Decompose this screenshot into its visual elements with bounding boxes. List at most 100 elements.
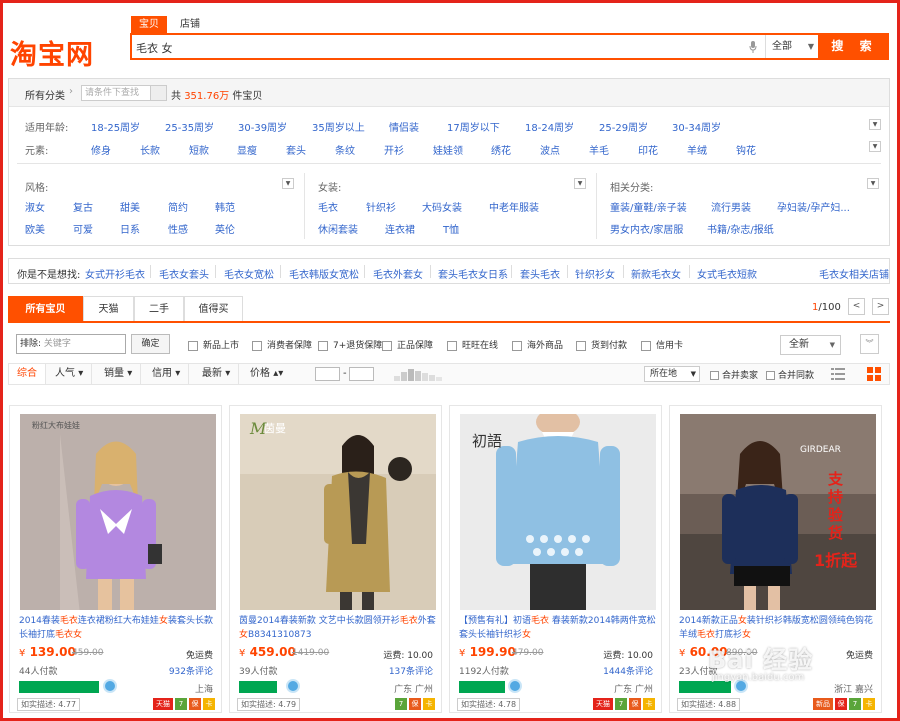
suggestion-link[interactable]: 女式毛衣短款 (697, 266, 757, 281)
search-box[interactable]: 毛衣 女 全部 ▼ (130, 33, 820, 60)
checkbox-overseas[interactable]: 海外商品 (512, 338, 563, 351)
wangwang-icon[interactable] (103, 679, 117, 693)
related-option[interactable]: 孕妇装/孕产妇... (777, 199, 850, 214)
suggestion-link[interactable]: 套头毛衣女日系 (438, 266, 508, 281)
tab-tmall[interactable]: 天猫 (83, 296, 134, 321)
wangwang-icon[interactable] (286, 679, 300, 693)
expand-styles-icon[interactable]: ▼ (282, 178, 294, 189)
suggestion-link[interactable]: 新款毛衣女 (631, 266, 681, 281)
new-badge-icon[interactable]: 新品 (813, 698, 833, 710)
sort-price[interactable]: 价格 ▴▾ (242, 364, 291, 384)
price-distribution-icon[interactable] (394, 367, 449, 381)
checkbox-consumer-protection[interactable]: 消费者保障 (252, 338, 312, 351)
checkbox-genuine[interactable]: 正品保障 (382, 338, 433, 351)
related-shops-link[interactable]: 毛衣女相关店铺 (819, 266, 889, 281)
checkbox-merge-same[interactable]: 合并同款 (766, 368, 814, 381)
style-option[interactable]: 可爱 (73, 221, 93, 236)
sort-sales[interactable]: 销量 ▾ (96, 364, 142, 384)
related-option[interactable]: 童装/童鞋/亲子装 (610, 199, 687, 214)
tab-all-items[interactable]: 所有宝贝 (8, 296, 83, 321)
category-filter-input[interactable]: 请条件下查找 (81, 85, 167, 101)
element-option[interactable]: 绣花 (491, 142, 511, 157)
age-option[interactable]: 18-24周岁 (525, 119, 574, 134)
age-option[interactable]: 17周岁以下 (447, 119, 500, 134)
search-scope-select[interactable]: 全部 ▼ (765, 35, 820, 58)
all-categories-link[interactable]: 所有分类 (25, 87, 65, 102)
search-tab-shops[interactable]: 店铺 (172, 16, 208, 33)
next-page-button[interactable]: > (872, 298, 889, 315)
women-option[interactable]: 针织衫 (366, 199, 396, 214)
microphone-icon[interactable] (749, 41, 757, 53)
product-title[interactable]: 2014新款正品女装针织衫韩版宽松圆领纯色钩花羊绒毛衣打底衫女 (679, 614, 879, 642)
sort-credit[interactable]: 信用 ▾ (144, 364, 190, 384)
expand-elements-icon[interactable]: ▼ (869, 141, 881, 152)
checkbox-box[interactable] (252, 340, 262, 351)
shop-name-redacted[interactable] (239, 681, 277, 693)
age-option[interactable]: 30-39周岁 (238, 119, 287, 134)
price-min-input[interactable] (315, 367, 340, 381)
credit-card-icon[interactable]: 卡 (423, 698, 435, 710)
expand-women-icon[interactable]: ▼ (574, 178, 586, 189)
product-reviews[interactable]: 1444条评论 (603, 664, 653, 677)
7day-return-icon[interactable]: 7 (395, 698, 407, 710)
product-reviews[interactable]: 137条评论 (389, 664, 433, 677)
age-option[interactable]: 25-29周岁 (599, 119, 648, 134)
style-option[interactable]: 英伦 (215, 221, 235, 236)
list-view-icon[interactable] (831, 367, 845, 381)
style-option[interactable]: 复古 (73, 199, 93, 214)
related-option[interactable]: 书籍/杂志/报纸 (707, 221, 774, 236)
element-option[interactable]: 套头 (286, 142, 306, 157)
collapse-filters-icon[interactable]: ︾ (860, 334, 879, 354)
element-option[interactable]: 短款 (189, 142, 209, 157)
search-input[interactable]: 毛衣 女 (136, 40, 173, 56)
tab-secondhand[interactable]: 二手 (134, 296, 184, 321)
women-option[interactable]: 中老年服装 (489, 199, 539, 214)
checkbox-merge-sellers[interactable]: 合并卖家 (710, 368, 758, 381)
checkbox-box[interactable] (710, 371, 719, 380)
product-image[interactable]: GIRDEAR 支 持 验 货 1折起 (680, 414, 876, 610)
style-option[interactable]: 韩范 (215, 199, 235, 214)
related-option[interactable]: 男女内衣/家居服 (610, 221, 683, 236)
suggestion-link[interactable]: 套头毛衣 (520, 266, 560, 281)
element-option[interactable]: 条纹 (335, 142, 355, 157)
age-option[interactable]: 情侣装 (389, 119, 419, 134)
element-option[interactable]: 波点 (540, 142, 560, 157)
7day-return-icon[interactable]: 7 (849, 698, 861, 710)
style-option[interactable]: 日系 (120, 221, 140, 236)
grid-view-icon[interactable] (867, 367, 881, 381)
exclude-input[interactable]: 排除: 关键字 (16, 334, 126, 354)
7day-return-icon[interactable]: 7 (175, 698, 187, 710)
checkbox-box[interactable] (766, 371, 775, 380)
product-image[interactable]: 粉红大布娃娃 (20, 414, 216, 610)
product-card[interactable]: 粉红大布娃娃 2014春装毛衣连衣裙粉红大布娃娃女装套头长款长袖打底毛衣女 ¥ … (9, 405, 222, 713)
sort-default[interactable]: 综合 (9, 364, 46, 384)
element-option[interactable]: 羊绒 (687, 142, 707, 157)
age-option[interactable]: 25-35周岁 (165, 119, 214, 134)
related-option[interactable]: 流行男装 (711, 199, 751, 214)
element-option[interactable]: 钩花 (736, 142, 756, 157)
guarantee-icon[interactable]: 保 (835, 698, 847, 710)
element-option[interactable]: 长款 (140, 142, 160, 157)
product-title[interactable]: 茵曼2014春装新款 文艺中长款圆领开衫毛衣外套女B8341310873 (239, 614, 439, 642)
element-option[interactable]: 显瘦 (237, 142, 257, 157)
checkbox-credit-card[interactable]: 信用卡 (641, 338, 683, 351)
product-card[interactable]: 初語 【预售有礼】初语毛衣 春装新款2014韩两件宽松套头长袖针织衫女 ¥ 19… (449, 405, 662, 713)
credit-card-icon[interactable]: 卡 (643, 698, 655, 710)
suggestion-link[interactable]: 毛衣女套头 (159, 266, 209, 281)
location-select[interactable]: 所在地 ▼ (644, 366, 700, 382)
sort-popularity[interactable]: 人气 ▾ (47, 364, 93, 384)
product-title[interactable]: 【预售有礼】初语毛衣 春装新款2014韩两件宽松套头长袖针织衫女 (459, 614, 659, 642)
wangwang-icon[interactable] (508, 679, 522, 693)
expand-ages-icon[interactable]: ▼ (869, 119, 881, 130)
prev-page-button[interactable]: < (848, 298, 865, 315)
element-option[interactable]: 羊毛 (589, 142, 609, 157)
expand-related-icon[interactable]: ▼ (867, 178, 879, 189)
credit-card-icon[interactable]: 卡 (863, 698, 875, 710)
women-option[interactable]: 休闲套装 (318, 221, 358, 236)
checkbox-new[interactable]: 新品上市 (188, 338, 239, 351)
women-option[interactable]: 大码女装 (422, 199, 462, 214)
element-option[interactable]: 娃娃领 (433, 142, 463, 157)
tmall-badge-icon[interactable]: 天猫 (153, 698, 173, 710)
style-option[interactable]: 性感 (168, 221, 188, 236)
element-option[interactable]: 印花 (638, 142, 658, 157)
